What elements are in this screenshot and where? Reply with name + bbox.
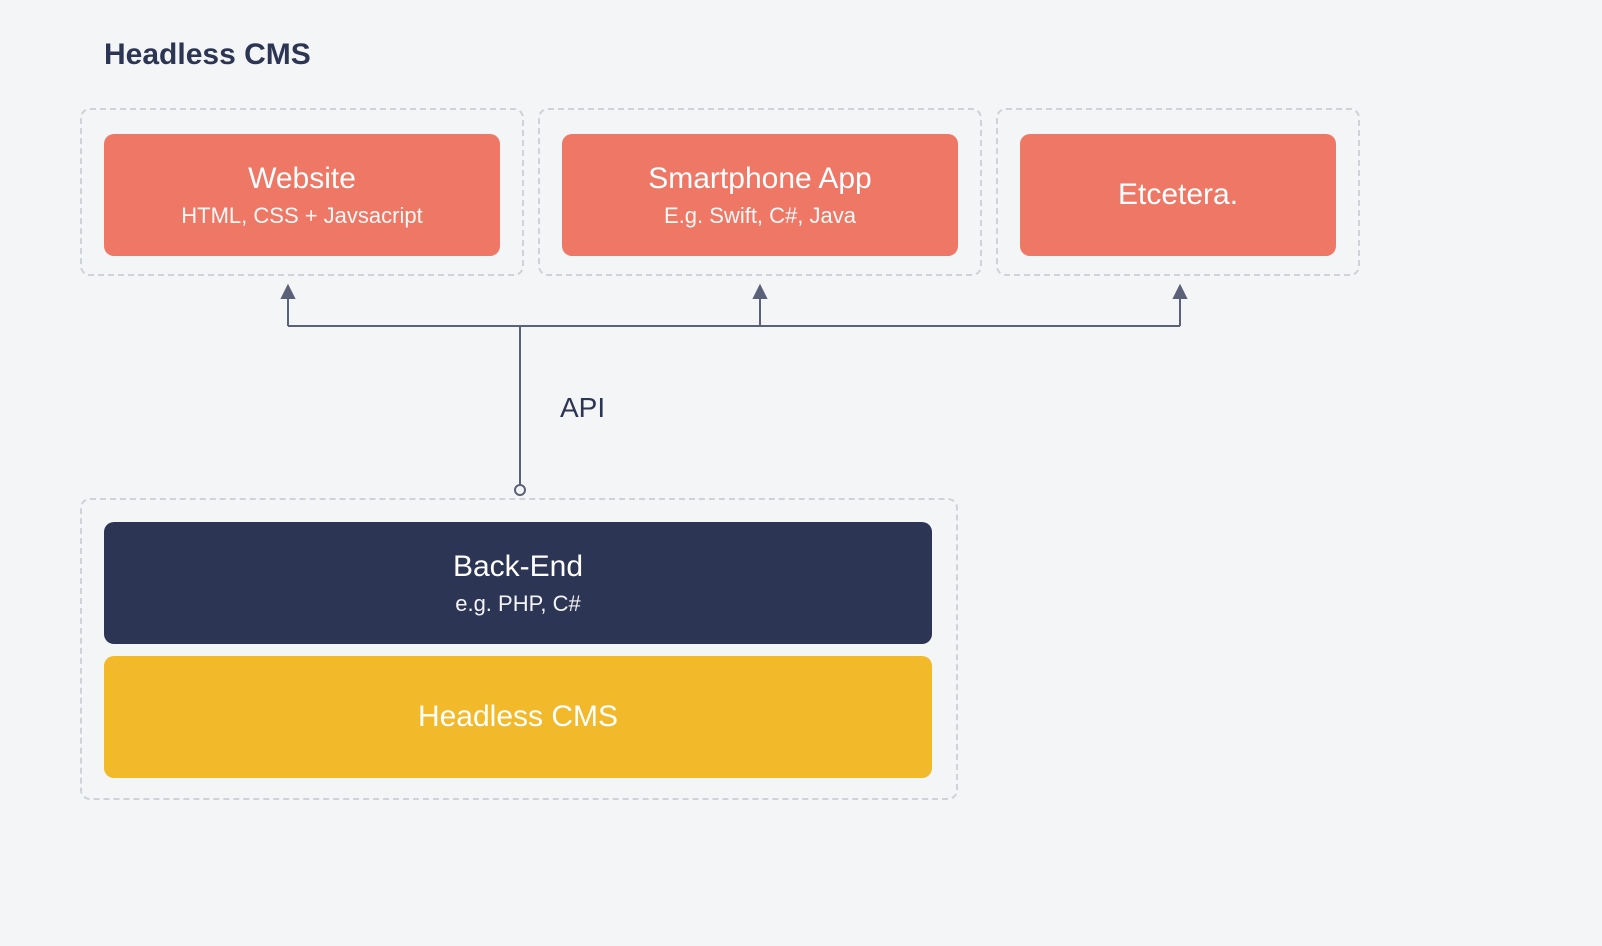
frontend-website-title: Website bbox=[248, 161, 356, 197]
diagram-canvas: Headless CMS Website HTML, CSS + Javsacr… bbox=[0, 0, 1602, 946]
frontend-card-website: Website HTML, CSS + Javsacript bbox=[104, 134, 500, 256]
frontend-smartphone-title: Smartphone App bbox=[648, 161, 872, 197]
cms-card: Headless CMS bbox=[104, 656, 932, 778]
frontend-card-smartphone: Smartphone App E.g. Swift, C#, Java bbox=[562, 134, 958, 256]
diagram-title: Headless CMS bbox=[104, 38, 311, 72]
frontend-smartphone-subtitle: E.g. Swift, C#, Java bbox=[664, 203, 856, 229]
api-label: API bbox=[560, 392, 605, 424]
frontend-etcetera-title: Etcetera. bbox=[1118, 177, 1238, 213]
backend-subtitle: e.g. PHP, C# bbox=[455, 591, 581, 617]
frontend-card-etcetera: Etcetera. bbox=[1020, 134, 1336, 256]
frontend-website-subtitle: HTML, CSS + Javsacript bbox=[181, 203, 422, 229]
cms-title: Headless CMS bbox=[418, 699, 618, 735]
backend-card: Back-End e.g. PHP, C# bbox=[104, 522, 932, 644]
backend-title: Back-End bbox=[453, 549, 583, 585]
